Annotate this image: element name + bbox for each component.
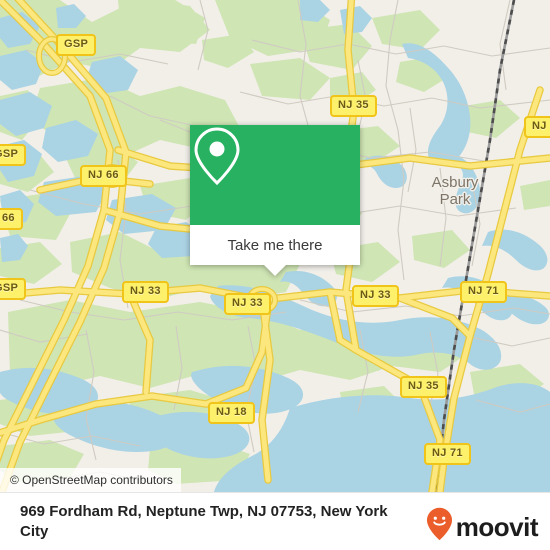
road-shield-nj35-1[interactable]: NJ 35: [330, 95, 377, 117]
road-shield-gsp-2[interactable]: GSP: [0, 144, 27, 166]
osm-attribution[interactable]: © OpenStreetMap contributors: [0, 468, 181, 492]
footer-bar: 969 Fordham Rd, Neptune Twp, NJ 07753, N…: [0, 492, 550, 550]
road-shield-nj35-2[interactable]: NJ 35: [400, 376, 447, 398]
popup-header: [190, 125, 360, 225]
location-popup[interactable]: Take me there: [190, 125, 360, 276]
moovit-pin-smiley-icon: [426, 507, 453, 546]
popup-tail: [264, 265, 286, 276]
take-me-there-button[interactable]: Take me there: [190, 225, 360, 265]
road-shield-gsp-3[interactable]: GSP: [0, 278, 27, 300]
road-shield-nj66-2[interactable]: 66: [0, 208, 23, 230]
moovit-logo[interactable]: moovit: [426, 507, 539, 546]
road-shield-nj33-1[interactable]: NJ 33: [122, 281, 169, 303]
road-shield-nj71-1[interactable]: NJ 71: [524, 116, 550, 138]
road-shield-nj71-2[interactable]: NJ 71: [460, 281, 507, 303]
moovit-wordmark: moovit: [455, 511, 539, 542]
road-shield-nj33-2[interactable]: NJ 33: [224, 293, 271, 315]
map-canvas[interactable]: Asbury Park GSP GSP NJ 66 66 GSP NJ 33 N…: [0, 0, 550, 492]
road-shield-gsp-1[interactable]: GSP: [56, 34, 97, 56]
city-label-asbury-park: Asbury Park: [431, 174, 479, 208]
road-shield-nj18[interactable]: NJ 18: [208, 402, 255, 424]
address-text: 969 Fordham Rd, Neptune Twp, NJ 07753, N…: [20, 503, 388, 540]
map-screenshot: Asbury Park GSP GSP NJ 66 66 GSP NJ 33 N…: [0, 0, 550, 550]
road-shield-nj71-3[interactable]: NJ 71: [424, 443, 471, 465]
road-shield-nj33-3[interactable]: NJ 33: [352, 285, 399, 307]
road-shield-nj66-1[interactable]: NJ 66: [80, 165, 127, 187]
